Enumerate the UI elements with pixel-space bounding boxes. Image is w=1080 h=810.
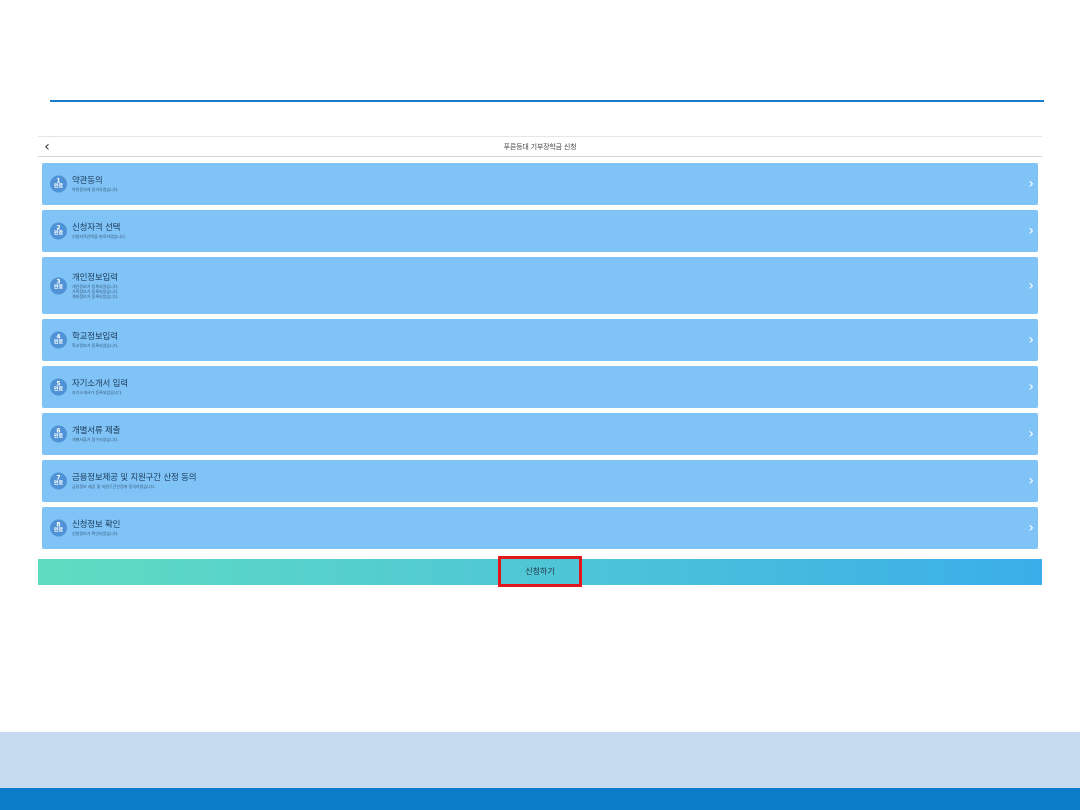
step-title: 개별서류 제출 bbox=[72, 426, 121, 436]
chevron-right-icon: › bbox=[1028, 379, 1034, 395]
step-title: 신청정보 확인 bbox=[72, 520, 121, 530]
step-item-4[interactable]: 4 완료 학교정보입력 학교정보가 등록되었습니다. › bbox=[42, 319, 1038, 361]
step-badge: 7 완료 bbox=[50, 472, 67, 490]
step-title: 금융정보제공 및 지원구간 산정 동의 bbox=[72, 473, 197, 483]
top-divider bbox=[50, 100, 1044, 102]
chevron-right-icon: › bbox=[1028, 426, 1034, 442]
step-title: 개인정보입력 bbox=[72, 272, 118, 283]
step-desc: 약관동의에 동의하였습니다. bbox=[72, 187, 119, 192]
page-header: ‹ 푸른등대 기부장학금 신청 bbox=[38, 136, 1042, 157]
step-list: 1 완료 약관동의 약관동의에 동의하였습니다. › 2 완료 신청자격 선택 신청… bbox=[42, 163, 1038, 554]
step-badge: 6 완료 bbox=[50, 425, 67, 443]
chevron-right-icon: › bbox=[1028, 277, 1034, 294]
step-desc: 계좌정보가 등록되었습니다. bbox=[72, 293, 119, 299]
step-badge: 4 완료 bbox=[50, 331, 67, 349]
chevron-right-icon: › bbox=[1028, 176, 1034, 192]
apply-bar: 신청하기 bbox=[38, 556, 1042, 587]
step-badge: 2 완료 bbox=[50, 222, 67, 240]
step-title: 자기소개서 입력 bbox=[72, 379, 128, 389]
step-desc: 개별서류가 접수되었습니다. bbox=[72, 437, 119, 442]
step-desc: 자기소개서가 등록되었습니다. bbox=[72, 390, 123, 395]
step-title: 학교정보입력 bbox=[72, 332, 118, 342]
footer-bar bbox=[0, 788, 1080, 810]
step-badge: 5 완료 bbox=[50, 378, 67, 396]
step-badge: 8 완료 bbox=[50, 519, 67, 537]
step-desc: 신청자격선택을 완료하였습니다. bbox=[72, 234, 127, 239]
chevron-right-icon: › bbox=[1028, 223, 1034, 239]
step-title: 약관동의 bbox=[72, 176, 103, 186]
step-desc: 학교정보가 등록되었습니다. bbox=[72, 343, 119, 348]
step-item-8[interactable]: 8 완료 신청정보 확인 신청정보가 확인되었습니다. › bbox=[42, 507, 1038, 549]
step-item-2[interactable]: 2 완료 신청자격 선택 신청자격선택을 완료하였습니다. › bbox=[42, 210, 1038, 252]
step-item-5[interactable]: 5 완료 자기소개서 입력 자기소개서가 등록되었습니다. › bbox=[42, 366, 1038, 408]
step-desc: 금융정보 제공 및 지원구간산정에 동의하였습니다. bbox=[72, 484, 156, 489]
step-title: 신청자격 선택 bbox=[72, 223, 121, 233]
step-item-1[interactable]: 1 완료 약관동의 약관동의에 동의하였습니다. › bbox=[42, 163, 1038, 205]
page-title: 푸른등대 기부장학금 신청 bbox=[503, 143, 577, 151]
step-item-3[interactable]: 3 완료 개인정보입력 개인정보가 등록되었습니다. 가족정보가 등록되었습니다.… bbox=[42, 257, 1038, 314]
chevron-right-icon: › bbox=[1028, 520, 1034, 536]
step-desc: 신청정보가 확인되었습니다. bbox=[72, 531, 119, 536]
apply-button[interactable]: 신청하기 bbox=[498, 556, 582, 587]
step-badge: 3 완료 bbox=[50, 277, 67, 294]
step-item-7[interactable]: 7 완료 금융정보제공 및 지원구간 산정 동의 금융정보 제공 및 지원구간산정… bbox=[42, 460, 1038, 502]
chevron-right-icon: › bbox=[1028, 332, 1034, 348]
step-badge: 1 완료 bbox=[50, 175, 67, 193]
chevron-right-icon: › bbox=[1028, 473, 1034, 489]
step-item-6[interactable]: 6 완료 개별서류 제출 개별서류가 접수되었습니다. › bbox=[42, 413, 1038, 455]
footer-band bbox=[0, 732, 1080, 788]
